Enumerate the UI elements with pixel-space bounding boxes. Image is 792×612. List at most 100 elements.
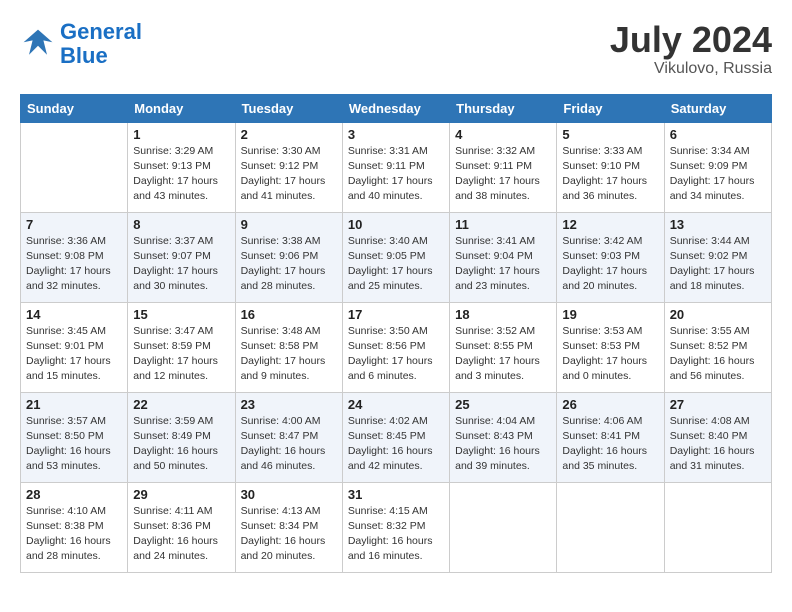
day-number: 16 [241, 307, 337, 322]
day-info: Sunrise: 3:48 AM Sunset: 8:58 PM Dayligh… [241, 324, 337, 385]
calendar-cell: 11 Sunrise: 3:41 AM Sunset: 9:04 PM Dayli… [450, 212, 557, 302]
day-info: Sunrise: 3:36 AM Sunset: 9:08 PM Dayligh… [26, 234, 122, 295]
weekday-header-monday: Monday [128, 94, 235, 122]
day-info: Sunrise: 3:59 AM Sunset: 8:49 PM Dayligh… [133, 414, 229, 475]
day-number: 1 [133, 127, 229, 142]
calendar-cell: 20 Sunrise: 3:55 AM Sunset: 8:52 PM Dayli… [664, 302, 771, 392]
day-number: 29 [133, 487, 229, 502]
calendar-cell: 1 Sunrise: 3:29 AM Sunset: 9:13 PM Daylig… [128, 122, 235, 212]
weekday-header-thursday: Thursday [450, 94, 557, 122]
calendar-cell: 30 Sunrise: 4:13 AM Sunset: 8:34 PM Dayli… [235, 482, 342, 572]
calendar-cell: 7 Sunrise: 3:36 AM Sunset: 9:08 PM Daylig… [21, 212, 128, 302]
day-number: 26 [562, 397, 658, 412]
day-number: 9 [241, 217, 337, 232]
calendar-cell: 16 Sunrise: 3:48 AM Sunset: 8:58 PM Dayli… [235, 302, 342, 392]
day-info: Sunrise: 3:32 AM Sunset: 9:11 PM Dayligh… [455, 144, 551, 205]
calendar-table: SundayMondayTuesdayWednesdayThursdayFrid… [20, 94, 772, 573]
day-info: Sunrise: 3:31 AM Sunset: 9:11 PM Dayligh… [348, 144, 444, 205]
calendar-cell: 8 Sunrise: 3:37 AM Sunset: 9:07 PM Daylig… [128, 212, 235, 302]
weekday-header-saturday: Saturday [664, 94, 771, 122]
day-number: 19 [562, 307, 658, 322]
day-number: 8 [133, 217, 229, 232]
day-info: Sunrise: 4:15 AM Sunset: 8:32 PM Dayligh… [348, 504, 444, 565]
calendar-cell: 9 Sunrise: 3:38 AM Sunset: 9:06 PM Daylig… [235, 212, 342, 302]
day-info: Sunrise: 3:55 AM Sunset: 8:52 PM Dayligh… [670, 324, 766, 385]
calendar-cell: 4 Sunrise: 3:32 AM Sunset: 9:11 PM Daylig… [450, 122, 557, 212]
calendar-cell: 17Sunrise: 3:50 AM Sunset: 8:56 PM Dayli… [342, 302, 449, 392]
weekday-header-sunday: Sunday [21, 94, 128, 122]
day-number: 15 [133, 307, 229, 322]
day-number: 25 [455, 397, 551, 412]
day-info: Sunrise: 4:08 AM Sunset: 8:40 PM Dayligh… [670, 414, 766, 475]
calendar-cell: 23 Sunrise: 4:00 AM Sunset: 8:47 PM Dayli… [235, 392, 342, 482]
day-number: 14 [26, 307, 122, 322]
day-info: Sunrise: 3:52 AM Sunset: 8:55 PM Dayligh… [455, 324, 551, 385]
day-number: 12 [562, 217, 658, 232]
day-info: Sunrise: 4:00 AM Sunset: 8:47 PM Dayligh… [241, 414, 337, 475]
day-number: 10 [348, 217, 444, 232]
calendar-cell: 3 Sunrise: 3:31 AM Sunset: 9:11 PM Daylig… [342, 122, 449, 212]
day-number: 2 [241, 127, 337, 142]
day-number: 18 [455, 307, 551, 322]
calendar-cell [664, 482, 771, 572]
calendar-cell: 19 Sunrise: 3:53 AM Sunset: 8:53 PM Dayli… [557, 302, 664, 392]
calendar-cell: 6 Sunrise: 3:34 AM Sunset: 9:09 PM Daylig… [664, 122, 771, 212]
calendar-cell: 15 Sunrise: 3:47 AM Sunset: 8:59 PM Dayli… [128, 302, 235, 392]
calendar-cell: 12 Sunrise: 3:42 AM Sunset: 9:03 PM Dayli… [557, 212, 664, 302]
day-number: 6 [670, 127, 766, 142]
calendar-cell: 22 Sunrise: 3:59 AM Sunset: 8:49 PM Dayli… [128, 392, 235, 482]
day-number: 7 [26, 217, 122, 232]
day-info: Sunrise: 3:38 AM Sunset: 9:06 PM Dayligh… [241, 234, 337, 295]
day-info: Sunrise: 4:13 AM Sunset: 8:34 PM Dayligh… [241, 504, 337, 565]
calendar-cell: 31Sunrise: 4:15 AM Sunset: 8:32 PM Dayli… [342, 482, 449, 572]
calendar-cell [450, 482, 557, 572]
month-year: July 2024 [610, 20, 772, 60]
day-info: Sunrise: 3:45 AM Sunset: 9:01 PM Dayligh… [26, 324, 122, 385]
calendar-cell: 27 Sunrise: 4:08 AM Sunset: 8:40 PM Dayli… [664, 392, 771, 482]
calendar-cell: 18 Sunrise: 3:52 AM Sunset: 8:55 PM Dayli… [450, 302, 557, 392]
day-info: Sunrise: 4:10 AM Sunset: 8:38 PM Dayligh… [26, 504, 122, 565]
calendar-cell: 14 Sunrise: 3:45 AM Sunset: 9:01 PM Dayli… [21, 302, 128, 392]
title-block: July 2024 Vikulovo, Russia [610, 20, 772, 78]
weekday-header-friday: Friday [557, 94, 664, 122]
calendar-cell: 5Sunrise: 3:33 AM Sunset: 9:10 PM Daylig… [557, 122, 664, 212]
day-number: 22 [133, 397, 229, 412]
day-info: Sunrise: 3:57 AM Sunset: 8:50 PM Dayligh… [26, 414, 122, 475]
day-number: 20 [670, 307, 766, 322]
day-number: 21 [26, 397, 122, 412]
day-info: Sunrise: 4:06 AM Sunset: 8:41 PM Dayligh… [562, 414, 658, 475]
day-info: Sunrise: 3:29 AM Sunset: 9:13 PM Dayligh… [133, 144, 229, 205]
day-number: 3 [348, 127, 444, 142]
day-number: 24 [348, 397, 444, 412]
calendar-cell: 29 Sunrise: 4:11 AM Sunset: 8:36 PM Dayli… [128, 482, 235, 572]
day-info: Sunrise: 3:40 AM Sunset: 9:05 PM Dayligh… [348, 234, 444, 295]
day-info: Sunrise: 3:42 AM Sunset: 9:03 PM Dayligh… [562, 234, 658, 295]
day-info: Sunrise: 4:02 AM Sunset: 8:45 PM Dayligh… [348, 414, 444, 475]
calendar-cell: 25 Sunrise: 4:04 AM Sunset: 8:43 PM Dayli… [450, 392, 557, 482]
day-number: 23 [241, 397, 337, 412]
logo: GeneralBlue [20, 20, 142, 68]
calendar-cell: 10 Sunrise: 3:40 AM Sunset: 9:05 PM Dayli… [342, 212, 449, 302]
day-number: 4 [455, 127, 551, 142]
day-info: Sunrise: 3:33 AM Sunset: 9:10 PM Dayligh… [562, 144, 658, 205]
day-info: Sunrise: 3:30 AM Sunset: 9:12 PM Dayligh… [241, 144, 337, 205]
day-info: Sunrise: 3:34 AM Sunset: 9:09 PM Dayligh… [670, 144, 766, 205]
calendar-cell: 2 Sunrise: 3:30 AM Sunset: 9:12 PM Daylig… [235, 122, 342, 212]
calendar-cell [557, 482, 664, 572]
day-info: Sunrise: 3:53 AM Sunset: 8:53 PM Dayligh… [562, 324, 658, 385]
calendar-cell: 26 Sunrise: 4:06 AM Sunset: 8:41 PM Dayli… [557, 392, 664, 482]
day-number: 11 [455, 217, 551, 232]
day-info: Sunrise: 4:04 AM Sunset: 8:43 PM Dayligh… [455, 414, 551, 475]
day-number: 30 [241, 487, 337, 502]
day-number: 27 [670, 397, 766, 412]
day-info: Sunrise: 3:47 AM Sunset: 8:59 PM Dayligh… [133, 324, 229, 385]
calendar-cell: 21 Sunrise: 3:57 AM Sunset: 8:50 PM Dayli… [21, 392, 128, 482]
logo-icon [20, 26, 56, 62]
day-info: Sunrise: 3:44 AM Sunset: 9:02 PM Dayligh… [670, 234, 766, 295]
calendar-cell: 13Sunrise: 3:44 AM Sunset: 9:02 PM Dayli… [664, 212, 771, 302]
day-number: 28 [26, 487, 122, 502]
day-info: Sunrise: 3:41 AM Sunset: 9:04 PM Dayligh… [455, 234, 551, 295]
day-info: Sunrise: 3:37 AM Sunset: 9:07 PM Dayligh… [133, 234, 229, 295]
day-info: Sunrise: 4:11 AM Sunset: 8:36 PM Dayligh… [133, 504, 229, 565]
logo-text: GeneralBlue [60, 20, 142, 68]
